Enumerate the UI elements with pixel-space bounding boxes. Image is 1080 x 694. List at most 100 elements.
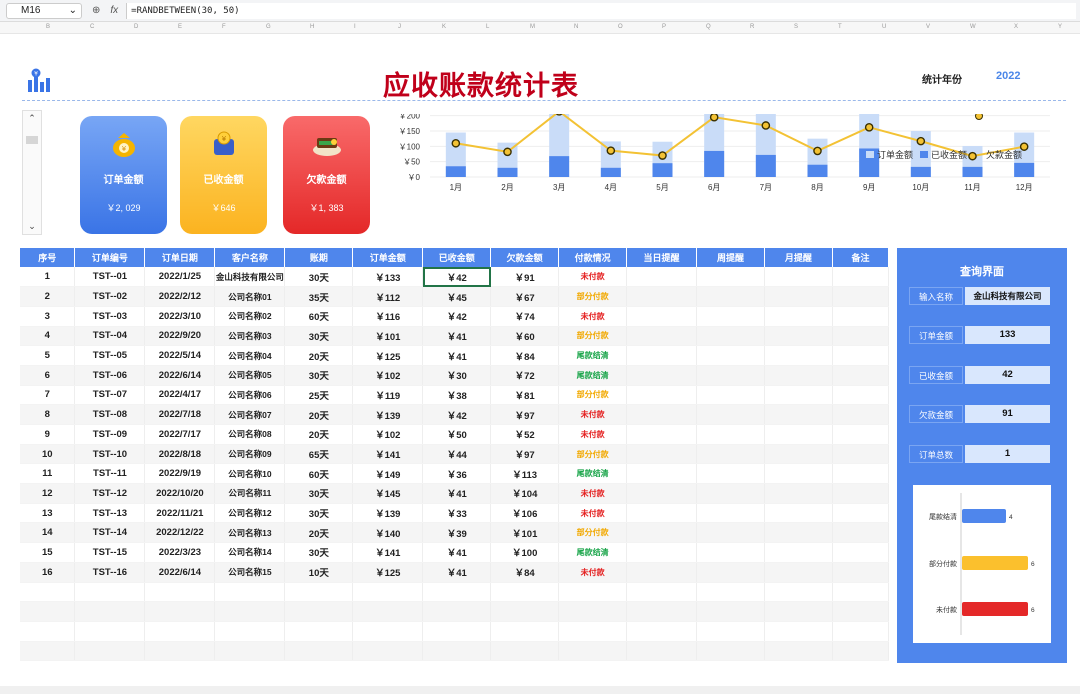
column-letter[interactable]: D [134,24,138,30]
table-cell[interactable] [626,365,698,386]
table-cell[interactable] [696,365,765,386]
table-cell[interactable]: 60天 [284,463,354,485]
column-letter[interactable]: X [1014,24,1018,30]
table-cell[interactable]: ￥145 [352,483,424,504]
table-cell[interactable] [764,306,833,327]
table-cell[interactable]: 15 [20,542,76,563]
table-cell[interactable] [696,562,765,583]
column-letter[interactable]: P [662,24,666,30]
table-cell[interactable] [832,345,890,366]
table-cell[interactable] [764,542,833,563]
table-cell[interactable]: TST--06 [74,365,146,386]
table-cell[interactable]: TST--09 [74,424,146,445]
payment-status[interactable]: 尾款结清 [558,365,628,386]
table-cell[interactable]: ￥125 [352,562,424,583]
table-cell[interactable] [764,404,833,425]
table-cell[interactable]: 30天 [284,503,354,524]
table-cell[interactable]: 9 [20,424,76,445]
scroll-control[interactable]: ⌃ ⌄ [22,110,42,235]
table-cell[interactable]: 公司名称04 [214,345,286,366]
column-header[interactable]: 付款情况 [558,248,628,267]
table-cell[interactable] [696,267,765,288]
payment-status[interactable]: 尾款结清 [558,345,628,366]
table-cell[interactable] [832,424,890,445]
table-cell[interactable]: 2022/9/19 [144,463,216,485]
table-cell[interactable]: 公司名称14 [214,542,286,563]
selected-cell[interactable]: ￥42 [422,267,492,288]
table-cell[interactable]: 20天 [284,424,354,445]
table-cell[interactable]: 2022/1/25 [144,267,216,288]
table-cell[interactable]: TST--07 [74,385,146,406]
table-cell[interactable] [626,444,698,465]
payment-status[interactable]: 未付款 [558,503,628,524]
table-cell[interactable]: 公司名称05 [214,365,286,386]
table-cell[interactable] [696,404,765,425]
table-cell[interactable]: 金山科技有限公司 [214,267,286,288]
table-cell[interactable] [626,424,698,445]
table-cell[interactable] [144,582,216,603]
table-cell[interactable] [764,345,833,366]
table-cell[interactable] [696,306,765,327]
table-cell[interactable] [214,621,286,642]
table-cell[interactable] [214,582,286,603]
column-header[interactable]: 序号 [20,248,76,267]
table-cell[interactable] [626,522,698,544]
table-cell[interactable] [490,582,560,603]
table-cell[interactable] [696,345,765,366]
table-cell[interactable]: ￥141 [352,542,424,563]
table-cell[interactable] [422,582,492,603]
table-cell[interactable] [764,641,833,662]
table-cell[interactable]: ￥101 [352,326,424,347]
payment-status[interactable]: 尾款结清 [558,463,628,485]
column-letter[interactable]: I [354,24,356,30]
column-header[interactable]: 周提醒 [696,248,765,267]
chevron-down-icon[interactable]: ⌄ [23,221,41,232]
table-cell[interactable] [626,345,698,366]
table-cell[interactable] [764,444,833,465]
table-cell[interactable]: ￥106 [490,503,560,524]
table-cell[interactable]: 5 [20,345,76,366]
column-header[interactable]: 订单金额 [352,248,424,267]
table-cell[interactable] [696,483,765,504]
table-cell[interactable]: 2022/3/10 [144,306,216,327]
column-header[interactable]: 备注 [832,248,890,267]
table-cell[interactable] [284,621,354,642]
table-cell[interactable] [626,385,698,406]
table-cell[interactable]: 公司名称02 [214,306,286,327]
table-cell[interactable]: ￥113 [490,463,560,485]
table-cell[interactable] [696,621,765,642]
table-cell[interactable]: 公司名称10 [214,463,286,485]
table-cell[interactable]: 公司名称01 [214,286,286,307]
table-cell[interactable]: ￥45 [422,286,492,307]
table-cell[interactable] [832,326,890,347]
table-cell[interactable]: ￥116 [352,306,424,327]
table-cell[interactable]: 2022/4/17 [144,385,216,406]
table-cell[interactable]: 2022/11/21 [144,503,216,524]
table-cell[interactable]: 14 [20,522,76,544]
table-cell[interactable]: ￥41 [422,562,492,583]
column-letter[interactable]: Y [1058,24,1062,30]
table-cell[interactable]: 35天 [284,286,354,307]
column-header[interactable]: 月提醒 [764,248,833,267]
column-letter[interactable]: N [574,24,578,30]
table-cell[interactable]: 13 [20,503,76,524]
table-cell[interactable]: TST--14 [74,522,146,544]
table-cell[interactable]: ￥41 [422,326,492,347]
column-letter[interactable]: H [310,24,314,30]
table-cell[interactable]: TST--11 [74,463,146,485]
table-cell[interactable]: ￥97 [490,404,560,425]
payment-status[interactable]: 尾款结清 [558,542,628,563]
table-cell[interactable] [764,582,833,603]
table-cell[interactable] [422,601,492,622]
table-cell[interactable]: 公司名称15 [214,562,286,583]
cell-reference-box[interactable]: M16 ⌄ [6,2,82,19]
table-cell[interactable] [832,542,890,563]
table-cell[interactable] [764,503,833,524]
table-cell[interactable] [422,641,492,662]
table-cell[interactable]: 公司名称08 [214,424,286,445]
table-cell[interactable]: 2022/7/17 [144,424,216,445]
table-cell[interactable] [490,601,560,622]
table-cell[interactable]: ￥67 [490,286,560,307]
column-letter[interactable]: B [46,24,50,30]
column-letter[interactable]: O [618,24,623,30]
